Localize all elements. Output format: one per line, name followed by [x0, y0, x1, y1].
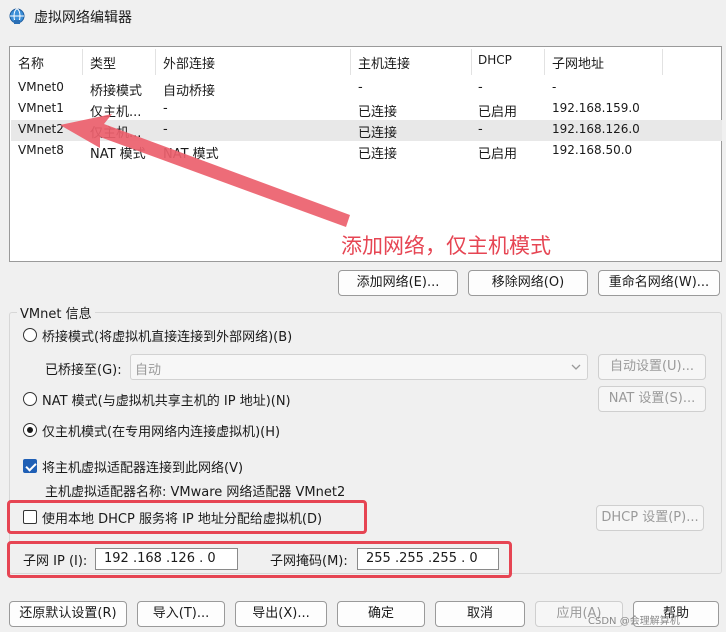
dhcp-settings-button[interactable]: DHCP 设置(P)... [596, 505, 704, 531]
cell-type: 仅主机... [90, 105, 142, 120]
column-header-external[interactable]: 外部连接 [163, 53, 215, 72]
cell-host: - [358, 80, 363, 95]
table-row-vmnet1[interactable]: VMnet1 仅主机... - 已连接 已启用 192.168.159.0 [11, 99, 722, 120]
cell-external: 自动桥接 [163, 84, 216, 99]
column-separator [662, 49, 663, 75]
connect-adapter-label[interactable]: 将主机虚拟适配器连接到此网络(V) [42, 457, 243, 476]
subnet-mask-input[interactable]: 255 .255 .255 . 0 [357, 548, 499, 570]
column-separator [155, 49, 156, 75]
column-separator [82, 49, 83, 75]
connect-adapter-checkbox[interactable] [23, 459, 37, 473]
cell-dhcp: - [478, 122, 483, 137]
subnet-ip-input[interactable]: 192 .168 .126 . 0 [95, 548, 238, 570]
cell-type: NAT 模式 [90, 147, 146, 162]
bridged-to-label: 已桥接至(G): [45, 363, 122, 378]
table-row-vmnet8[interactable]: VMnet8 NAT 模式 NAT 模式 已连接 已启用 192.168.50.… [11, 141, 722, 162]
cell-subnet: 192.168.50.0 [552, 143, 633, 157]
restore-defaults-button[interactable]: 还原默认设置(R) [9, 601, 127, 627]
network-globe-icon [9, 8, 25, 24]
table-row-vmnet2[interactable]: VMnet2 仅主机... - 已连接 - 192.168.126.0 [11, 120, 722, 141]
column-header-subnet[interactable]: 子网地址 [552, 53, 604, 72]
import-button[interactable]: 导入(T)... [137, 601, 225, 627]
bridged-to-value: 自动 [135, 363, 162, 378]
use-dhcp-label[interactable]: 使用本地 DHCP 服务将 IP 地址分配给虚拟机(D) [42, 508, 322, 527]
nat-settings-button[interactable]: NAT 设置(S)... [598, 386, 706, 412]
cell-type: 桥接模式 [90, 84, 143, 99]
auto-settings-button[interactable]: 自动设置(U)... [598, 354, 706, 380]
rename-network-button[interactable]: 重命名网络(W)... [598, 270, 720, 296]
cell-subnet: - [552, 80, 557, 94]
watermark-text: CSDN @会理解算机 [588, 616, 680, 627]
cell-name: VMnet0 [18, 80, 64, 94]
cell-subnet: 192.168.159.0 [552, 101, 640, 115]
table-row-vmnet0[interactable]: VMnet0 桥接模式 自动桥接 - - - [11, 78, 722, 99]
cell-dhcp: 已启用 [478, 147, 518, 162]
subnet-mask-value: 255 .255 .255 . 0 [366, 551, 478, 566]
cell-host: 已连接 [358, 105, 398, 120]
cell-name: VMnet1 [18, 101, 64, 115]
column-separator [471, 49, 472, 75]
cell-type: 仅主机... [90, 126, 142, 141]
column-header-type[interactable]: 类型 [90, 53, 116, 72]
vmnet-info-group [9, 312, 722, 574]
bridge-mode-label[interactable]: 桥接模式(将虚拟机直接连接到外部网络)(B) [42, 326, 292, 345]
cell-external: - [163, 101, 168, 116]
cell-name: VMnet8 [18, 143, 64, 157]
ok-button[interactable]: 确定 [337, 601, 425, 627]
bridged-to-select[interactable]: 自动 [130, 354, 588, 380]
subnet-ip-label: 子网 IP (I): [23, 554, 88, 569]
column-header-name[interactable]: 名称 [18, 53, 44, 72]
bridge-mode-radio[interactable] [23, 328, 37, 342]
cell-external: - [163, 122, 168, 137]
cell-external: NAT 模式 [163, 147, 219, 162]
subnet-ip-value: 192 .168 .126 . 0 [104, 551, 216, 566]
column-separator [544, 49, 545, 75]
chevron-down-icon [571, 364, 581, 370]
vmnet-info-title: VMnet 信息 [17, 303, 95, 322]
column-header-host[interactable]: 主机连接 [358, 53, 410, 72]
add-network-button[interactable]: 添加网络(E)... [338, 270, 458, 296]
cell-host: 已连接 [358, 147, 398, 162]
window-title: 虚拟网络编辑器 [34, 10, 132, 26]
nat-mode-label[interactable]: NAT 模式(与虚拟机共享主机的 IP 地址)(N) [42, 390, 291, 409]
adapter-name-text: 主机虚拟适配器名称: VMware 网络适配器 VMnet2 [45, 485, 346, 500]
cell-host: 已连接 [358, 126, 398, 141]
annotation-text: 添加网络，仅主机模式 [341, 234, 551, 258]
export-button[interactable]: 导出(X)... [235, 601, 327, 627]
column-header-dhcp[interactable]: DHCP [478, 53, 512, 67]
cell-dhcp: - [478, 80, 483, 95]
remove-network-button[interactable]: 移除网络(O) [468, 270, 588, 296]
subnet-mask-label: 子网掩码(M): [270, 554, 348, 569]
column-separator [350, 49, 351, 75]
nat-mode-radio[interactable] [23, 392, 37, 406]
cancel-button[interactable]: 取消 [435, 601, 525, 627]
cell-dhcp: 已启用 [478, 105, 518, 120]
use-dhcp-checkbox[interactable] [23, 510, 37, 524]
cell-subnet: 192.168.126.0 [552, 122, 640, 136]
host-only-label[interactable]: 仅主机模式(在专用网络内连接虚拟机)(H) [42, 421, 280, 440]
cell-name: VMnet2 [18, 122, 64, 136]
host-only-radio[interactable] [23, 423, 37, 437]
